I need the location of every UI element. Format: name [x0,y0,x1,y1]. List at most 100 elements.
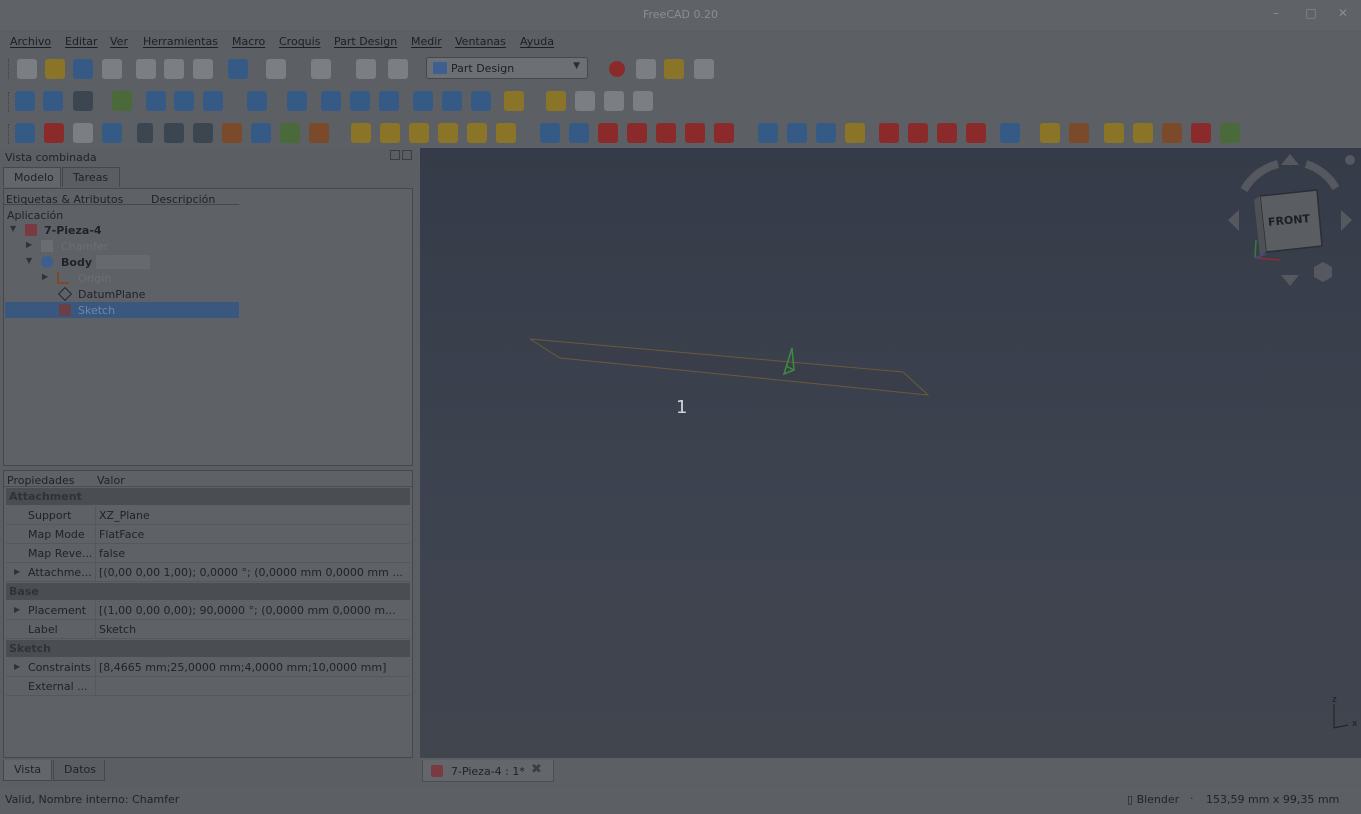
bounding-box-icon[interactable] [112,91,132,111]
maximize-icon[interactable]: □ [1301,6,1321,22]
nav-menu-icon[interactable] [1345,155,1355,165]
create-body-icon[interactable] [15,123,35,143]
property-header-name[interactable]: Propiedades [7,474,74,487]
property-row[interactable]: Support XZ_Plane [6,506,410,525]
property-row[interactable]: Map Mode FlatFace [6,525,410,544]
create-group-icon[interactable] [575,91,595,111]
nav-right-arrow-icon[interactable] [1341,210,1352,231]
right-view-icon[interactable] [379,91,399,111]
property-group-base[interactable]: Base [6,583,410,600]
datum-line-icon[interactable] [164,123,184,143]
menu-croquis[interactable]: Croquis [279,35,320,48]
stop-macro-icon[interactable] [636,59,656,79]
link-actions-icon[interactable] [633,91,653,111]
zoom-icon[interactable] [247,91,267,111]
sprocket-icon[interactable] [1000,123,1020,143]
datum-plane-shape[interactable] [529,338,930,396]
chamfer-icon[interactable] [908,123,928,143]
sub-shape-binder-icon[interactable] [251,123,271,143]
property-value[interactable]: [(0,00 0,00 1,00); 0,0000 °; (0,0000 mm … [99,566,409,579]
measure-clear-icon[interactable] [1133,123,1153,143]
forward-arrow-icon[interactable] [174,91,194,111]
nav-up-arrow-icon[interactable] [1281,154,1299,165]
datum-point-icon[interactable] [137,123,153,143]
subtractive-primitive-icon[interactable] [714,123,734,143]
additive-loft-icon[interactable] [409,123,429,143]
tree-item-chamfer[interactable]: ▶ Chamfer [4,238,412,254]
property-row[interactable]: ▶ Placement [(1,00 0,00 0,00); 90,0000 °… [6,601,410,620]
undo-icon[interactable] [228,59,248,79]
close-icon[interactable] [402,150,412,160]
draw-style-icon[interactable] [73,91,93,111]
expand-arrow-icon[interactable]: ▼ [10,224,16,233]
close-tab-icon[interactable]: ✖ [531,762,542,777]
additive-pipe-icon[interactable] [438,123,458,143]
back-arrow-icon[interactable] [146,91,166,111]
draft-icon[interactable] [937,123,957,143]
pocket-icon[interactable] [540,123,560,143]
tab-datos[interactable]: Datos [53,760,105,781]
tree-item-sketch[interactable]: Sketch [5,302,239,318]
pad-icon[interactable] [351,123,371,143]
property-value[interactable]: Sketch [99,623,409,636]
expand-arrow-icon[interactable]: ▼ [26,256,32,265]
nav-down-arrow-icon[interactable] [1281,275,1299,286]
multi-transform-icon[interactable] [845,123,865,143]
property-row[interactable]: ▶ Attachme... [(0,00 0,00 1,00); 0,0000 … [6,563,410,582]
rotate-right-icon[interactable] [1304,160,1340,191]
workbench-selector[interactable]: Part Design ▼ [426,57,588,79]
front-view-icon[interactable] [321,91,341,111]
property-value[interactable]: FlatFace [99,528,409,541]
datum-plane-icon[interactable] [193,123,213,143]
record-macro-icon[interactable] [609,61,625,77]
expand-arrow-icon[interactable]: ▶ [14,662,20,671]
menu-herramientas[interactable]: Herramientas [143,35,218,48]
property-value[interactable]: false [99,547,409,560]
menu-ventanas[interactable]: Ventanas [455,35,506,48]
boolean-icon[interactable] [309,123,329,143]
tree-item-document[interactable]: ▼ 7-Pieza-4 [4,222,412,238]
menu-editar[interactable]: Editar [65,35,98,48]
redo-icon[interactable] [266,59,286,79]
additive-primitive-icon[interactable] [496,123,516,143]
local-coordinate-system-icon[interactable] [222,123,242,143]
shape-binder-icon[interactable] [102,123,122,143]
tab-tareas[interactable]: Tareas [62,167,120,187]
rear-view-icon[interactable] [413,91,433,111]
subtractive-pipe-icon[interactable] [656,123,676,143]
measure-toggle-icon[interactable] [1162,123,1182,143]
menu-ver[interactable]: Ver [110,35,128,48]
fillet-icon[interactable] [879,123,899,143]
validate-sketch-icon[interactable] [73,123,93,143]
measure-distance-icon[interactable] [504,91,524,111]
menu-macro[interactable]: Macro [232,35,265,48]
open-document-icon[interactable] [45,59,65,79]
measure-3d-icon[interactable] [1191,123,1211,143]
groove-icon[interactable] [598,123,618,143]
print-icon[interactable] [102,59,122,79]
mirrored-icon[interactable] [758,123,778,143]
thickness-icon[interactable] [966,123,986,143]
measure-linear-icon[interactable] [1040,123,1060,143]
measure-refresh-icon[interactable] [1104,123,1124,143]
tab-vista[interactable]: Vista [3,760,52,781]
menu-part-design[interactable]: Part Design [334,35,397,48]
cut-icon[interactable] [136,59,156,79]
property-row[interactable]: Map Reve... false [6,544,410,563]
save-icon[interactable] [73,59,93,79]
left-view-icon[interactable] [471,91,491,111]
collapse-arrow-icon[interactable]: ▶ [26,240,32,249]
tree-item-body[interactable]: ▼ Body [4,254,412,270]
fit-selection-icon[interactable] [43,91,63,111]
property-value[interactable]: [8,4665 mm;25,0000 mm;4,0000 mm;10,0000 … [99,661,409,674]
float-icon[interactable] [390,150,400,160]
bottom-view-icon[interactable] [442,91,462,111]
linear-pattern-icon[interactable] [787,123,807,143]
property-header-value[interactable]: Valor [97,474,125,487]
recompute-icon[interactable] [356,59,376,79]
property-value[interactable]: XZ_Plane [99,509,409,522]
property-group-attachment[interactable]: Attachment [6,488,410,505]
make-link-icon[interactable] [604,91,624,111]
additive-helix-icon[interactable] [467,123,487,143]
3d-viewport[interactable]: 1 FRONT z x [420,148,1361,758]
